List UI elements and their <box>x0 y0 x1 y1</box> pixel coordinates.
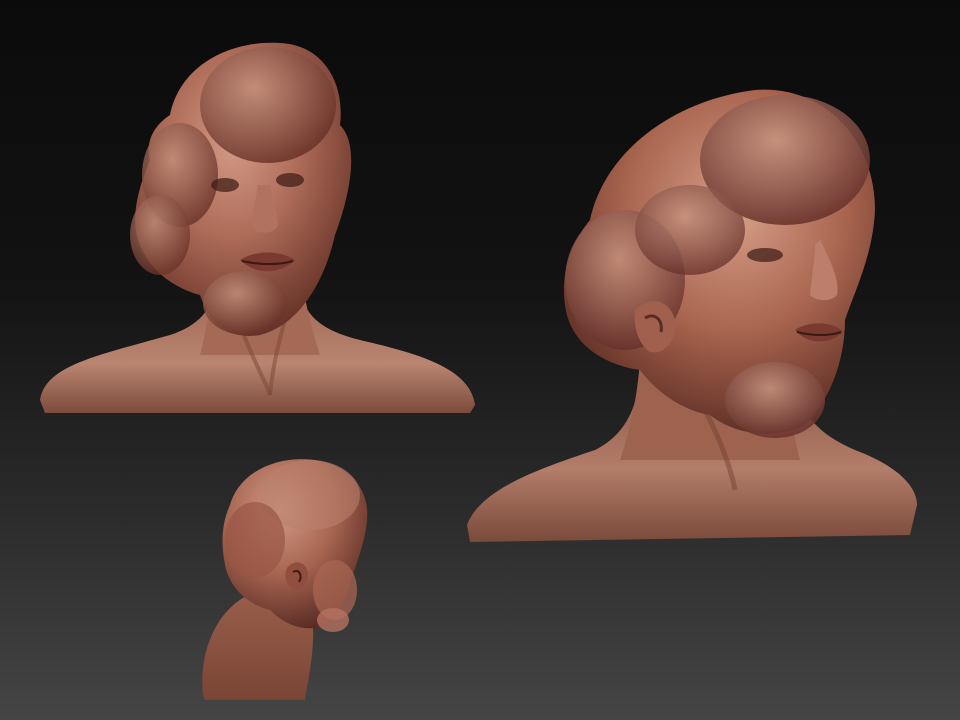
sculpt-render-front-view <box>30 35 485 420</box>
sculpt-render-back-view <box>195 450 380 705</box>
render-canvas <box>0 0 960 720</box>
sculpt-render-three-quarter-view <box>455 80 930 550</box>
